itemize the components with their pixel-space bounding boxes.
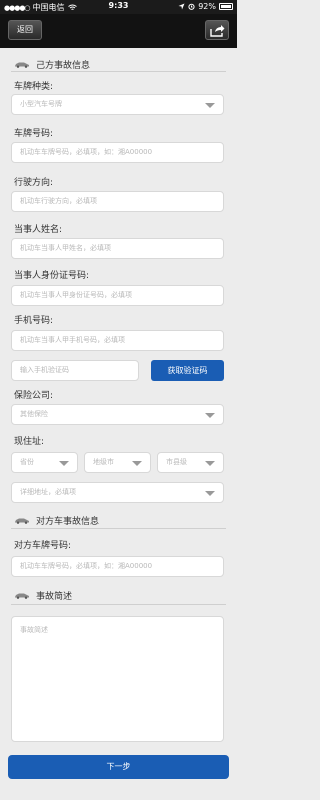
other-plate-label: 对方车牌号码: — [14, 541, 72, 551]
battery-icon — [219, 3, 233, 10]
section-summary-header: 事故简述 — [14, 589, 72, 602]
phone-input[interactable]: 机动车当事人甲手机号码，必填项 — [11, 330, 224, 351]
battery-percent: 92% — [198, 2, 216, 11]
verify-code-input[interactable]: 输入手机验证码 — [11, 360, 139, 381]
party-id-input[interactable]: 机动车当事人甲身份证号码，必填项 — [11, 285, 224, 306]
section-summary-title: 事故简述 — [36, 592, 73, 602]
address-label: 现住址: — [14, 437, 45, 447]
province-select[interactable]: 省份 — [11, 452, 78, 473]
direction-input[interactable]: 机动车行驶方向，必填项 — [11, 191, 224, 212]
plate-no-label: 车牌号码: — [14, 129, 54, 139]
share-button[interactable] — [205, 20, 229, 40]
divider — [11, 71, 226, 72]
car-icon — [15, 62, 29, 68]
status-bar: ●●●●○ 中国电信 9:33 92% — [0, 0, 237, 14]
get-code-button[interactable]: 获取验证码 — [151, 360, 224, 381]
alarm-icon — [188, 3, 195, 10]
plate-no-input[interactable]: 机动车车牌号码，必填项，如：湘A00000 — [11, 142, 224, 163]
insurance-select[interactable]: 其他保险 — [11, 404, 224, 425]
county-value: 市县级 — [166, 458, 187, 466]
chevron-down-icon — [205, 103, 215, 108]
address-detail-input[interactable]: 详细地址，必填项 — [11, 482, 224, 503]
phone-label: 手机号码: — [14, 316, 54, 326]
section-other-header: 对方车事故信息 — [14, 514, 99, 527]
chevron-down-icon — [132, 461, 142, 466]
insurance-value: 其他保险 — [20, 410, 48, 418]
share-icon — [210, 25, 225, 37]
next-button[interactable]: 下一步 — [8, 755, 229, 779]
divider — [11, 604, 226, 605]
direction-label: 行驶方向: — [14, 178, 54, 188]
section-own-header: 己方事故信息 — [14, 58, 90, 71]
party-name-input[interactable]: 机动车当事人甲姓名，必填项 — [11, 238, 224, 259]
city-select[interactable]: 地级市 — [84, 452, 151, 473]
car-icon — [15, 518, 29, 524]
party-id-label: 当事人身份证号码: — [14, 271, 90, 281]
divider — [11, 528, 226, 529]
car-icon — [15, 593, 29, 599]
section-other-title: 对方车事故信息 — [36, 517, 100, 527]
chevron-down-icon — [205, 413, 215, 418]
section-own-title: 己方事故信息 — [36, 61, 91, 71]
plate-type-value: 小型汽车号牌 — [20, 100, 62, 108]
province-value: 省份 — [20, 458, 34, 466]
address-detail-placeholder: 详细地址，必填项 — [20, 488, 76, 496]
plate-type-label: 车牌种类: — [14, 82, 54, 92]
location-icon — [178, 3, 185, 10]
chevron-down-icon — [205, 461, 215, 466]
summary-textarea[interactable]: 事故简述 — [11, 616, 224, 742]
chevron-down-icon — [205, 491, 215, 496]
other-plate-input[interactable]: 机动车车牌号码，必填项，如：湘A00000 — [11, 556, 224, 577]
plate-type-select[interactable]: 小型汽车号牌 — [11, 94, 224, 115]
chevron-down-icon — [59, 461, 69, 466]
back-button[interactable]: 返回 — [8, 20, 42, 40]
city-value: 地级市 — [93, 458, 114, 466]
party-name-label: 当事人姓名: — [14, 225, 63, 235]
insurance-label: 保险公司: — [14, 391, 54, 401]
county-select[interactable]: 市县级 — [157, 452, 224, 473]
nav-bar: 返回 — [0, 14, 237, 48]
